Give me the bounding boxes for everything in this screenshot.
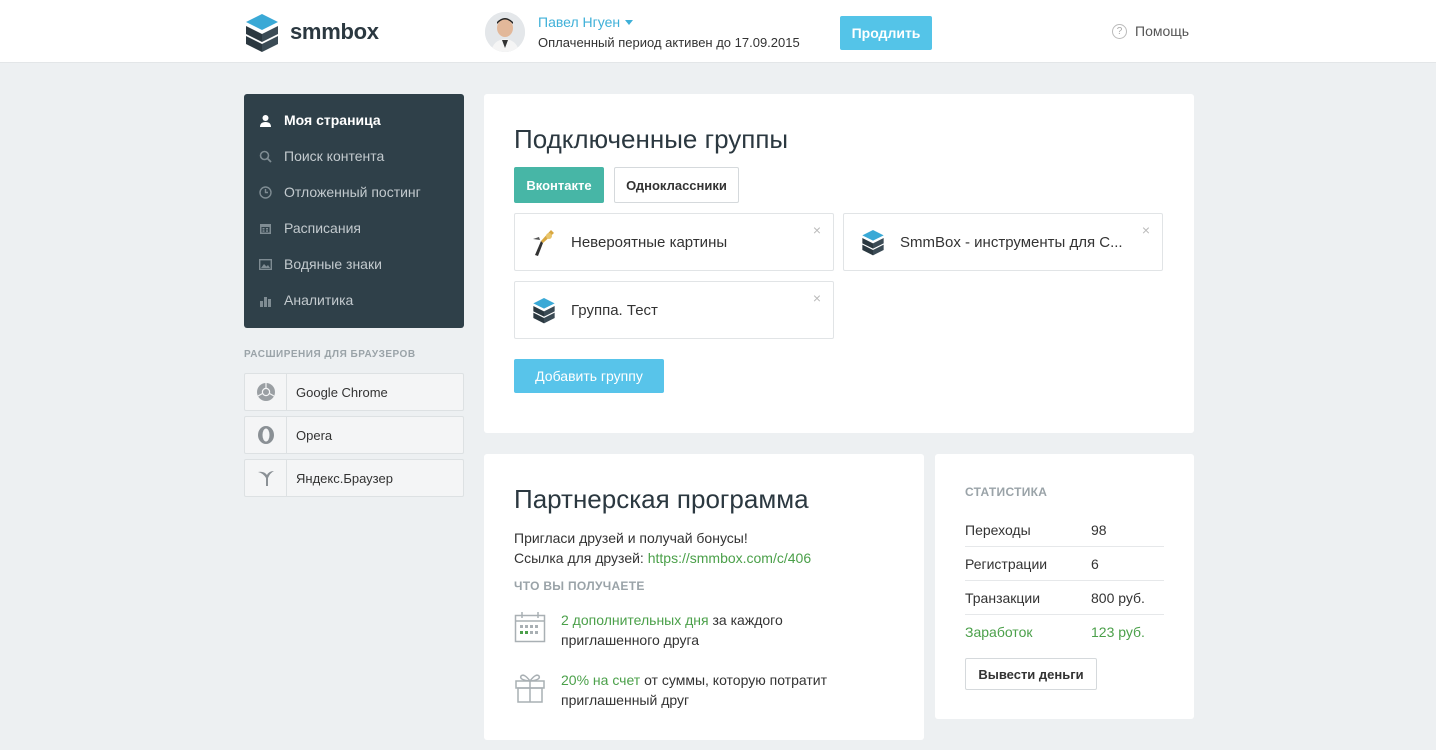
user-menu[interactable]: Павел Нгуен Оплаченный период активен до… [485,12,800,52]
link-prefix: Ссылка для друзей: [514,550,648,566]
opera-icon [245,417,287,453]
stat-value: 6 [1091,555,1099,572]
bar-chart-icon [258,293,272,307]
tab-vkontakte[interactable]: Вконтакте [514,167,604,203]
sidebar-nav: Моя страница Поиск контента Отложенный п… [244,94,464,328]
calendar-icon [258,221,272,235]
group-tile[interactable]: Группа. Тест × [514,281,834,339]
group-name: SmmBox - инструменты для С... [900,233,1123,251]
stat-label: Транзакции [965,589,1041,606]
statistics-table: Переходы 98 Регистрации 6 Транзакции 800… [965,513,1164,649]
partner-program-title: Партнерская программа [514,484,809,514]
partner-description: Пригласи друзей и получай бонусы! Ссылка… [514,528,811,568]
help-link[interactable]: ? Помощь [1112,23,1189,39]
group-name: Невероятные картины [571,233,728,251]
sidebar-item-content-search[interactable]: Поиск контента [244,138,464,174]
sidebar-item-label: Отложенный постинг [284,184,421,200]
benefit-item: 2 дополнительных дня за каждого приглаше… [514,610,783,650]
group-name: Группа. Тест [571,301,658,319]
top-header: smmbox Павел Нгуен Оплаченный период акт… [0,0,1436,63]
stat-row: Переходы 98 [965,513,1164,547]
sidebar-item-schedules[interactable]: Расписания [244,210,464,246]
extensions-title: РАСШИРЕНИЯ ДЛЯ БРАУЗЕРОВ [244,349,416,360]
help-label: Помощь [1135,23,1190,39]
extension-label: Opera [296,427,333,443]
statistics-card: СТАТИСТИКА Переходы 98 Регистрации 6 Тра… [935,454,1194,719]
stat-label: Переходы [965,521,1031,538]
chrome-icon [245,374,287,410]
sidebar-item-watermarks[interactable]: Водяные знаки [244,246,464,282]
withdraw-button[interactable]: Вывести деньги [965,658,1097,690]
benefits-title: ЧТО ВЫ ПОЛУЧАЕТЕ [514,579,645,593]
smmbox-logo-icon [246,14,278,52]
stat-label: Заработок [965,624,1033,640]
stat-row-earnings: Заработок 123 руб. [965,615,1164,649]
sidebar-item-my-page[interactable]: Моя страница [244,102,464,138]
stat-value: 123 руб. [1091,624,1145,640]
calendar-icon [514,612,546,643]
group-tile[interactable]: Невероятные картины × [514,213,834,271]
gift-icon [515,674,545,703]
sidebar-item-label: Моя страница [284,112,381,128]
sidebar-item-label: Расписания [284,220,361,236]
sidebar-item-label: Аналитика [284,292,354,308]
sidebar-item-label: Поиск контента [284,148,385,164]
search-icon [258,149,272,163]
sidebar-item-label: Водяные знаки [284,256,382,272]
benefit-text: за каждого [708,612,783,628]
yandex-browser-icon [245,460,287,496]
extension-opera[interactable]: Opera [244,416,464,454]
benefit-highlight: 20% на счет [561,672,641,688]
close-icon[interactable]: × [1142,222,1150,238]
invite-text: Пригласи друзей и получай бонусы! [514,530,748,546]
extension-yandex[interactable]: Яндекс.Браузер [244,459,464,497]
referral-link[interactable]: https://smmbox.com/c/406 [648,550,811,566]
image-icon [258,257,272,271]
logo-text: smmbox [290,19,379,44]
close-icon[interactable]: × [813,222,821,238]
benefit-text: приглашенный друг [561,692,690,708]
benefit-text: приглашенного друга [561,632,700,648]
smmbox-logo-icon [531,295,557,325]
user-icon [258,113,272,127]
sidebar-item-scheduled-posting[interactable]: Отложенный постинг [244,174,464,210]
clock-icon [258,185,272,199]
stat-value: 98 [1091,521,1107,538]
avatar[interactable] [485,12,525,52]
smmbox-logo-icon [860,227,886,257]
benefit-item: 20% на счет от суммы, которую потратит п… [514,670,827,710]
help-icon: ? [1112,23,1127,39]
sidebar-item-analytics[interactable]: Аналитика [244,282,464,318]
connected-groups-card: Подключенные группы Вконтакте Одноклассн… [484,94,1194,433]
stat-value: 800 руб. [1091,589,1145,606]
add-group-button[interactable]: Добавить группу [514,359,664,393]
group-tile[interactable]: SmmBox - инструменты для С... × [843,213,1163,271]
painting-icon [531,227,557,257]
benefit-text: от суммы, которую потратит [640,672,827,688]
chevron-down-icon [625,19,634,25]
connected-groups-title: Подключенные группы [514,124,789,154]
tab-odnoklassniki[interactable]: Одноклассники [614,167,739,203]
logo[interactable]: smmbox [244,12,379,52]
extension-label: Google Chrome [296,384,388,400]
extension-chrome[interactable]: Google Chrome [244,373,464,411]
renew-button[interactable]: Продлить [840,16,932,50]
stat-row: Регистрации 6 [965,547,1164,581]
stat-row: Транзакции 800 руб. [965,581,1164,615]
statistics-title: СТАТИСТИКА [965,485,1048,499]
user-name[interactable]: Павел Нгуен [538,14,800,30]
stat-label: Регистрации [965,555,1048,572]
close-icon[interactable]: × [813,290,821,306]
user-name-text: Павел Нгуен [538,14,621,30]
partner-program-card: Партнерская программа Пригласи друзей и … [484,454,924,740]
subscription-period: Оплаченный период активен до 17.09.2015 [538,35,800,50]
benefit-highlight: 2 дополнительных дня [561,612,709,628]
extension-label: Яндекс.Браузер [296,470,393,486]
